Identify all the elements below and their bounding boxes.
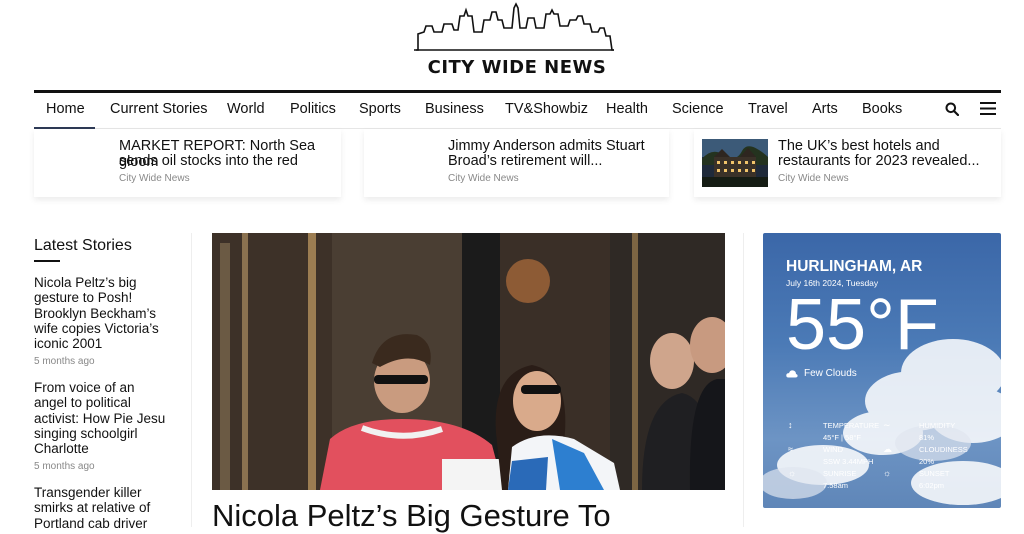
latest-story-line[interactable]: From voice of an [34, 380, 174, 395]
latest-story-line[interactable]: Charlotte [34, 441, 174, 456]
nav-tv-showbiz[interactable]: TV&Showbiz [505, 101, 588, 117]
hero-headline[interactable]: Nicola Peltz’s Big Gesture To [212, 498, 611, 534]
heading-underline [34, 260, 60, 262]
top-story-card[interactable]: MARKET REPORT: North Sea gloom sends oil… [34, 129, 341, 197]
wind-label: WIND [823, 445, 843, 454]
humidity-value: 81% [919, 433, 935, 442]
latest-story-time: 5 months ago [34, 461, 95, 472]
column-divider [743, 233, 744, 527]
latest-story-link[interactable]: Nicola Peltz’s big gesture to Posh! Broo… [34, 275, 174, 351]
latest-story-line[interactable]: smirks at relative of [34, 500, 174, 515]
latest-story-line[interactable]: Nicola Peltz’s big [34, 275, 174, 290]
humidity-label: HUMIDITY [919, 421, 956, 430]
top-story-source: City Wide News [119, 173, 190, 184]
site-header: CITY WIDE NEWS [0, 0, 1024, 90]
brand-name[interactable]: CITY WIDE NEWS [0, 57, 1024, 78]
latest-story-link[interactable]: From voice of an angel to political acti… [34, 380, 174, 456]
nav-books[interactable]: Books [862, 101, 902, 117]
sunset-icon: ☼ [883, 468, 892, 478]
nav-business[interactable]: Business [425, 101, 484, 117]
weather-widget: HURLINGHAM, AR July 16th 2024, Tuesday 5… [763, 233, 1001, 508]
latest-story-line[interactable]: singing schoolgirl [34, 426, 174, 441]
latest-story-line[interactable]: wife copies Victoria’s [34, 321, 174, 336]
top-story-source: City Wide News [778, 173, 849, 184]
top-story-source: City Wide News [448, 173, 519, 184]
latest-story-line[interactable]: iconic 2001 [34, 336, 174, 351]
sunrise-value: 7:58am [823, 481, 849, 490]
cloud-icon [786, 370, 798, 378]
temperature-icon: ↕ [788, 420, 793, 430]
latest-story-time: 5 months ago [34, 356, 95, 367]
sunset-label: SUNSET [919, 469, 950, 478]
latest-story-line[interactable]: activist: How Pie Jesu [34, 411, 174, 426]
hero-image[interactable] [212, 233, 725, 490]
latest-stories-heading: Latest Stories [34, 237, 132, 254]
sunset-value: 6:02pm [919, 481, 945, 490]
nav-home[interactable]: Home [46, 101, 85, 117]
menu-icon[interactable] [980, 102, 996, 115]
latest-story-line[interactable]: Portland cab driver [34, 516, 174, 531]
weather-temperature: 55°F [786, 285, 939, 365]
cloudiness-label: CLOUDINESS [919, 445, 968, 454]
wind-value: SSW 3.44MPH [823, 457, 874, 466]
search-icon[interactable] [945, 102, 959, 116]
nav-science[interactable]: Science [672, 101, 724, 117]
top-story-title-line[interactable]: Broad’s retirement will... [448, 153, 602, 170]
nav-travel[interactable]: Travel [748, 101, 788, 117]
hotel-thumbnail[interactable] [702, 139, 768, 187]
skyline-logo-icon[interactable] [412, 2, 616, 54]
main-nav: Home Current Stories World Politics Spor… [34, 93, 1001, 129]
temperature-label: TEMPERATURE [823, 421, 880, 430]
humidity-icon: ∼ [883, 420, 891, 430]
column-divider [191, 233, 192, 527]
top-story-title-line[interactable]: sends oil stocks into the red [119, 153, 298, 170]
latest-story-link[interactable]: Transgender killer smirks at relative of… [34, 485, 174, 531]
latest-story-line[interactable]: angel to political [34, 395, 174, 410]
nav-world[interactable]: World [227, 101, 265, 117]
nav-arts[interactable]: Arts [812, 101, 838, 117]
latest-story-line[interactable]: gesture to Posh! [34, 290, 174, 305]
top-story-card[interactable]: Jimmy Anderson admits Stuart Broad’s ret… [364, 129, 669, 197]
nav-current-stories[interactable]: Current Stories [110, 101, 208, 117]
cloudiness-icon: ☁ [883, 444, 892, 454]
nav-health[interactable]: Health [606, 101, 648, 117]
wind-icon: ≈ [788, 444, 793, 454]
nav-politics[interactable]: Politics [290, 101, 336, 117]
temperature-range: 45°F | 58°F [823, 433, 861, 442]
top-story-title-line[interactable]: restaurants for 2023 revealed... [778, 153, 980, 170]
latest-story-line[interactable]: Brooklyn Beckham’s [34, 306, 174, 321]
weather-location: HURLINGHAM, AR [786, 258, 923, 275]
top-story-card[interactable]: The UK’s best hotels and restaurants for… [694, 129, 1001, 197]
cloudiness-value: 20% [919, 457, 935, 466]
nav-sports[interactable]: Sports [359, 101, 401, 117]
sunrise-label: SUNRISE [823, 469, 857, 478]
sunrise-icon: ☼ [788, 468, 797, 478]
latest-story-line[interactable]: Transgender killer [34, 485, 174, 500]
weather-condition: Few Clouds [804, 368, 857, 379]
